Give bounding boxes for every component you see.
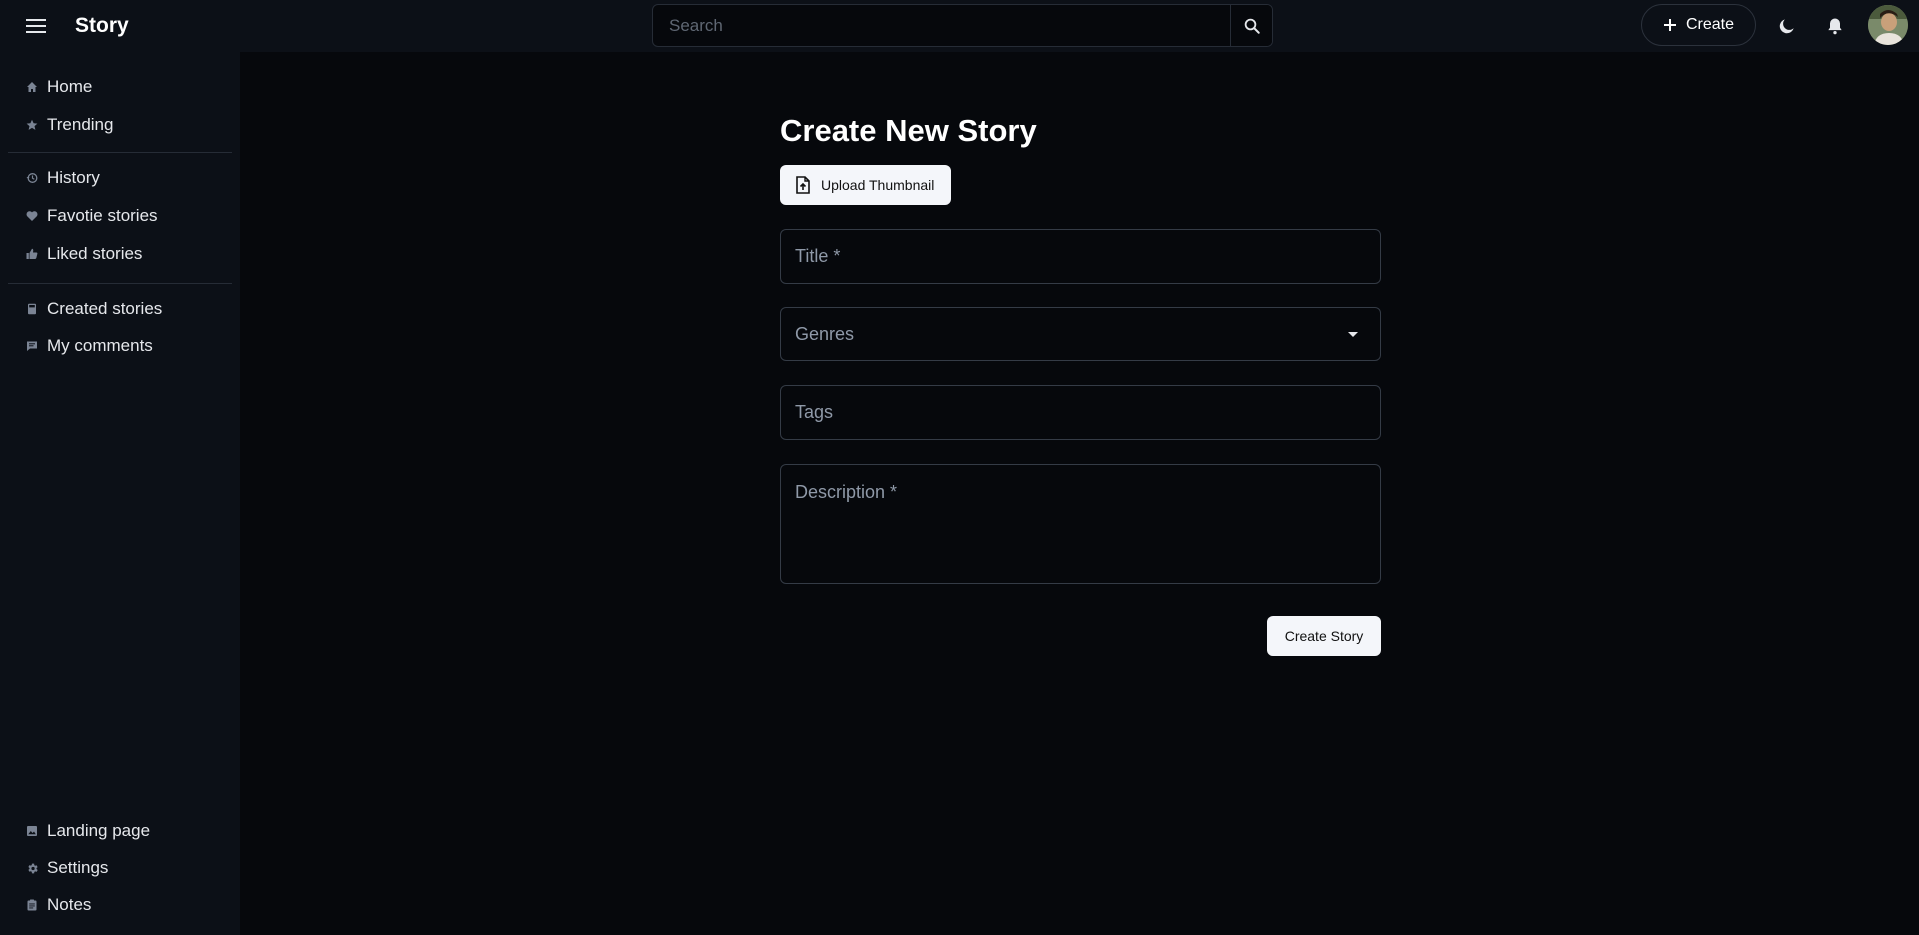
sidebar-divider	[8, 152, 232, 153]
genres-select-placeholder: Genres	[795, 323, 855, 344]
sidebar-item-label: Created stories	[47, 299, 163, 318]
sidebar-item-label: Home	[47, 77, 93, 96]
upload-thumbnail-button[interactable]: Upload Thumbnail	[780, 165, 951, 205]
caret-down-icon	[1348, 331, 1358, 337]
sidebar-divider	[8, 283, 232, 284]
sidebar-item-liked-stories[interactable]: Liked stories	[0, 237, 240, 271]
sidebar-item-label: Notes	[47, 895, 92, 914]
gear-icon	[25, 861, 39, 875]
page-title: Create New Story	[780, 113, 1037, 148]
sidebar-item-my-comments[interactable]: My comments	[0, 329, 240, 363]
user-avatar-image	[1868, 5, 1908, 45]
sidebar-item-favorite-stories[interactable]: Favotie stories	[0, 199, 240, 233]
create-button-label: Create	[1685, 16, 1735, 33]
heart-icon	[25, 209, 39, 223]
genres-select[interactable]: Genres	[780, 307, 1381, 361]
sidebar-item-landing-page[interactable]: Landing page	[0, 814, 240, 848]
app-brand[interactable]: Story	[75, 14, 129, 38]
search-input[interactable]	[653, 5, 1230, 46]
moon-icon	[1779, 19, 1794, 34]
history-icon	[25, 171, 39, 185]
tags-input[interactable]	[781, 386, 1380, 439]
sidebar-item-label: History	[47, 168, 100, 187]
clipboard-icon	[25, 898, 39, 912]
hamburger-menu-icon[interactable]	[22, 14, 50, 38]
notifications-button[interactable]	[1821, 12, 1849, 40]
search-icon	[1244, 18, 1260, 34]
sidebar-item-label: Favotie stories	[47, 206, 158, 225]
title-input[interactable]	[781, 230, 1380, 283]
sidebar-item-settings[interactable]: Settings	[0, 851, 240, 885]
tags-field-wrapper	[780, 385, 1381, 440]
thumbs-up-icon	[25, 247, 39, 261]
sidebar-item-home[interactable]: Home	[0, 70, 240, 104]
create-button[interactable]: Create	[1641, 4, 1756, 46]
file-upload-icon	[796, 176, 810, 194]
avatar[interactable]	[1868, 5, 1908, 45]
title-field-wrapper	[780, 229, 1381, 284]
search-button[interactable]	[1230, 5, 1272, 46]
home-icon	[25, 80, 39, 94]
star-icon	[25, 118, 39, 132]
comment-icon	[25, 339, 39, 353]
sidebar-item-label: Liked stories	[47, 244, 143, 263]
sidebar-item-label: Landing page	[47, 821, 151, 840]
create-story-button[interactable]: Create Story	[1267, 616, 1381, 656]
sidebar-item-label: Trending	[47, 115, 114, 134]
top-bar: Story Create	[0, 0, 1919, 52]
sidebar: Home Trending History Favotie stories Li…	[0, 52, 240, 935]
theme-toggle-button[interactable]	[1773, 12, 1801, 40]
sidebar-item-created-stories[interactable]: Created stories	[0, 292, 240, 326]
book-icon	[25, 302, 39, 316]
sidebar-item-notes[interactable]: Notes	[0, 888, 240, 922]
bell-icon	[1828, 18, 1842, 35]
sidebar-item-label: Settings	[47, 858, 109, 877]
plus-icon	[1663, 19, 1676, 31]
search-bar	[652, 4, 1273, 47]
description-textarea[interactable]	[781, 465, 1380, 583]
upload-thumbnail-label: Upload Thumbnail	[821, 177, 935, 193]
sidebar-item-history[interactable]: History	[0, 161, 240, 195]
sidebar-item-trending[interactable]: Trending	[0, 108, 240, 142]
image-icon	[25, 824, 39, 838]
description-field-wrapper	[780, 464, 1381, 584]
sidebar-item-label: My comments	[47, 336, 153, 355]
